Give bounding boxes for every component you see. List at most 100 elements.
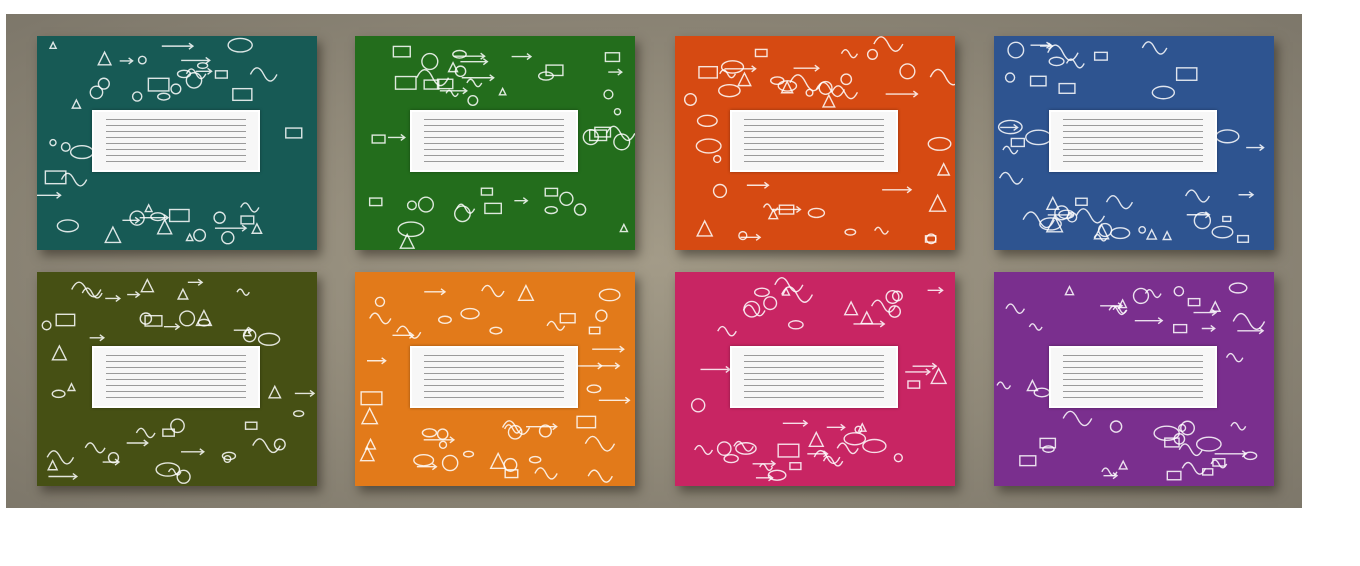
doodle-icon	[534, 467, 558, 480]
doodle-icon	[292, 410, 305, 418]
doodle-icon	[66, 382, 77, 392]
doodle-icon	[368, 197, 383, 207]
doodle-icon	[48, 472, 79, 481]
doodle-icon	[49, 138, 57, 147]
doodle-icon	[793, 64, 820, 72]
label-ruled-line	[744, 149, 884, 150]
doodle-icon	[236, 288, 250, 296]
doodle-icon	[853, 320, 886, 328]
cover-label-box	[730, 110, 898, 172]
label-ruled-line	[106, 397, 246, 398]
cover-label-box	[92, 346, 260, 408]
label-ruled-line	[106, 379, 246, 380]
doodle-icon	[1058, 82, 1076, 94]
doodle-icon	[696, 219, 714, 237]
doodle-icon	[1237, 327, 1265, 335]
label-ruled-line	[424, 119, 564, 120]
doodle-icon	[421, 52, 439, 71]
doodle-icon	[753, 287, 770, 298]
doodle-icon	[735, 442, 757, 455]
label-ruled-line	[744, 397, 884, 398]
doodle-icon	[772, 205, 802, 214]
doodle-icon	[1010, 137, 1025, 148]
doodle-icon	[718, 83, 741, 98]
label-ruled-line	[424, 373, 564, 374]
doodle-icon	[97, 77, 110, 90]
doodle-icon	[598, 288, 621, 302]
doodle-icon	[56, 219, 80, 233]
doodle-icon	[84, 442, 106, 454]
doodle-icon	[1178, 423, 1187, 433]
doodle-icon	[899, 63, 916, 80]
doodle-icon	[193, 228, 207, 242]
doodle-icon	[604, 52, 621, 63]
doodle-icon	[105, 294, 121, 303]
doodle-icon	[396, 325, 422, 339]
doodle-icon	[387, 133, 406, 142]
doodle-icon	[489, 451, 507, 470]
doodle-icon	[716, 441, 732, 456]
doodle-icon	[998, 171, 1024, 185]
label-ruled-line	[424, 397, 564, 398]
doodle-icon	[1075, 197, 1088, 206]
label-ruled-line	[744, 367, 884, 368]
doodle-icon	[1033, 387, 1051, 398]
doodle-icon	[185, 232, 195, 242]
doodle-icon	[683, 93, 697, 107]
cover-label-box	[730, 346, 898, 408]
doodle-icon	[746, 181, 770, 189]
notebook-cover	[37, 272, 317, 486]
doodle-icon	[840, 49, 859, 59]
doodle-icon	[170, 418, 185, 434]
doodle-icon	[1172, 323, 1188, 334]
doodle-icon	[456, 203, 476, 214]
label-ruled-line	[1063, 155, 1203, 156]
notebook-cover	[355, 272, 635, 486]
label-ruled-line	[744, 155, 884, 156]
doodle-icon	[421, 428, 438, 438]
doodle-icon	[690, 398, 706, 413]
label-ruled-line	[1063, 143, 1203, 144]
label-ruled-line	[424, 391, 564, 392]
doodle-icon	[1222, 215, 1232, 223]
doodle-icon	[416, 69, 450, 87]
doodle-icon	[719, 69, 737, 79]
doodle-icon	[51, 344, 68, 361]
doodle-icon	[397, 221, 425, 238]
doodle-icon	[147, 77, 170, 92]
doodle-icon	[717, 325, 737, 337]
doodle-icon	[364, 437, 377, 450]
doodle-icon	[1166, 470, 1182, 481]
doodle-icon	[1214, 450, 1248, 458]
label-ruled-line	[1063, 119, 1203, 120]
doodle-icon	[544, 187, 559, 197]
doodle-icon	[127, 291, 141, 299]
doodle-icon	[168, 208, 190, 223]
doodle-icon	[176, 69, 192, 79]
doodle-icon	[1029, 75, 1047, 87]
doodle-icon	[1134, 317, 1164, 325]
label-ruled-line	[1063, 379, 1203, 380]
doodle-icon	[840, 73, 853, 86]
label-ruled-line	[424, 385, 564, 386]
doodle-icon	[498, 86, 507, 96]
cover-label-box	[1049, 346, 1217, 408]
doodle-icon	[213, 211, 226, 224]
label-ruled-line	[106, 131, 246, 132]
doodle-icon	[759, 463, 774, 471]
doodle-icon	[511, 53, 533, 61]
doodle-icon	[157, 92, 171, 101]
label-ruled-line	[106, 367, 246, 368]
doodle-icon	[592, 345, 625, 353]
doodle-icon	[619, 222, 629, 233]
doodle-icon	[573, 203, 587, 216]
doodle-icon	[1175, 67, 1198, 81]
notebook-cover	[675, 36, 955, 250]
doodle-icon	[1145, 228, 1158, 240]
doodle-icon	[1141, 41, 1168, 55]
label-ruled-line	[424, 149, 564, 150]
doodle-icon	[789, 462, 802, 471]
label-ruled-line	[744, 137, 884, 138]
doodle-icon	[767, 208, 779, 220]
doodle-icon	[89, 334, 106, 342]
